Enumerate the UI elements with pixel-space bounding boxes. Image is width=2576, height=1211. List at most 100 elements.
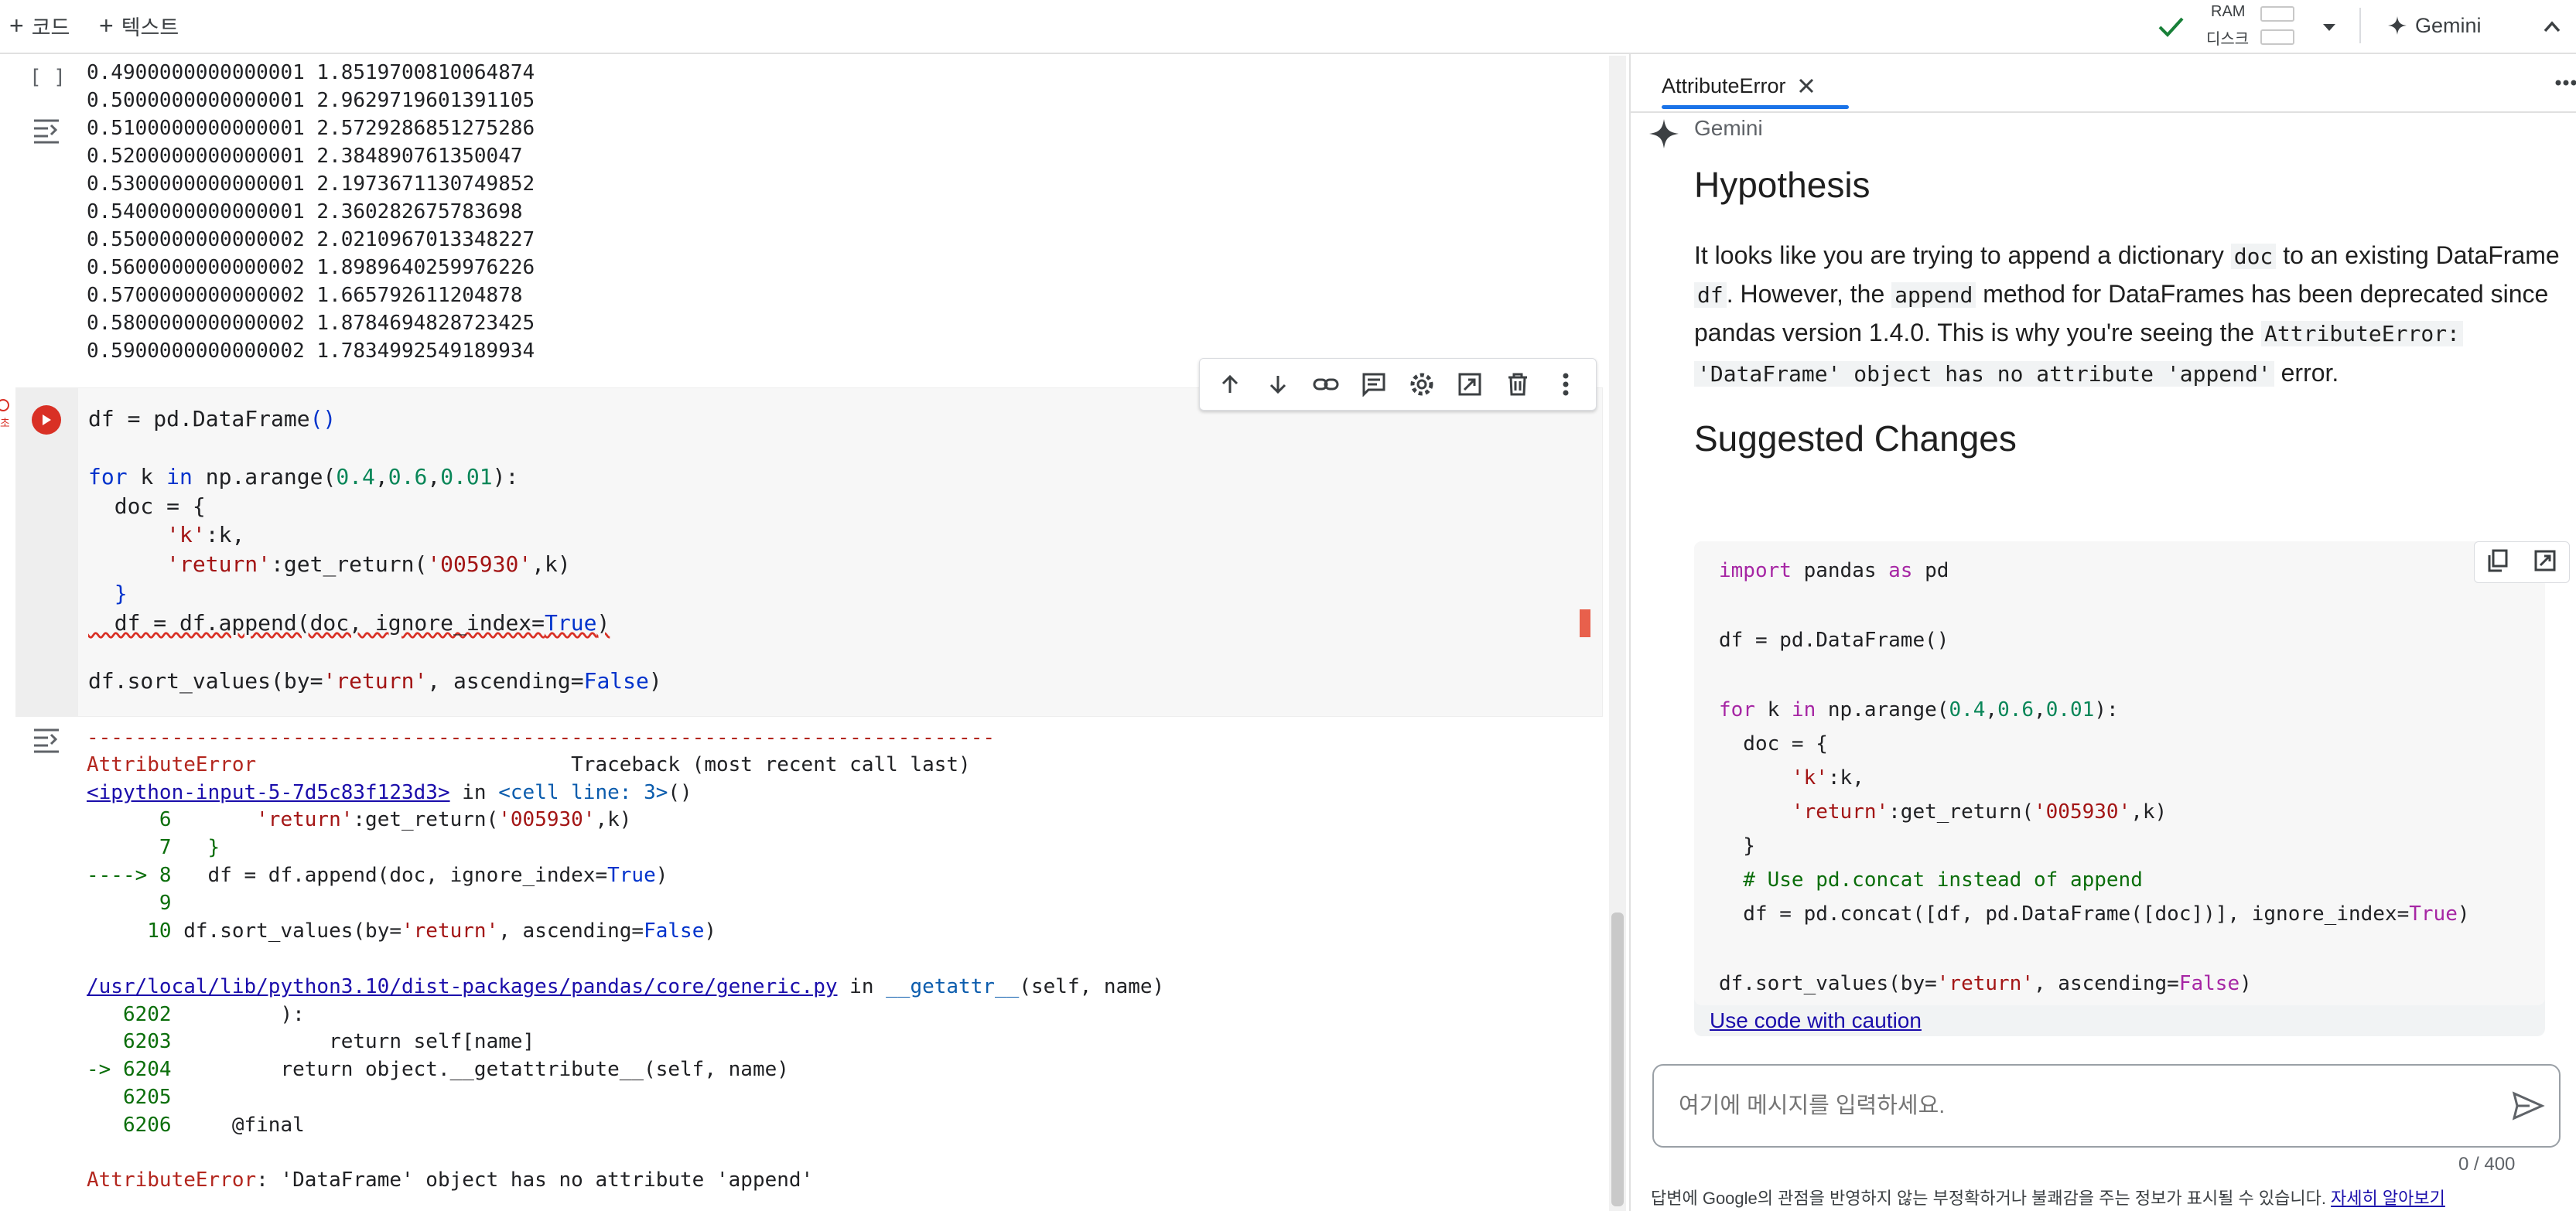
traceback-error-message: AttributeError: 'DataFrame' object has n… xyxy=(87,1168,814,1192)
add-text-label: 텍스트 xyxy=(121,15,179,39)
notebook-scroll-thumb[interactable] xyxy=(1611,913,1624,1206)
learn-more-link[interactable]: 자세히 알아보기 xyxy=(2331,1189,2445,1208)
add-text-button[interactable]: + 텍스트 xyxy=(99,8,179,43)
traceback-line-6205: 6205 xyxy=(87,1086,172,1109)
output-line: 0.5800000000000002 1.8784694828723425 xyxy=(87,312,535,335)
add-code-button[interactable]: + 코드 xyxy=(9,8,70,43)
traceback-header: AttributeError Traceback (most recent ca… xyxy=(87,753,971,776)
traceback-line-7: 7 } xyxy=(87,836,220,859)
traceback-location[interactable]: <ipython-input-5-7d5c83f123d3> in <cell … xyxy=(87,779,692,807)
suggested-line-3: for k in np.arange(0.4,0.6,0.01): xyxy=(1719,698,2119,721)
more-vert-icon[interactable] xyxy=(1550,369,1581,400)
output-line: 0.5500000000000002 2.0210967013348227 xyxy=(87,228,535,251)
message-input[interactable] xyxy=(1677,1086,2454,1126)
output-toggle-icon[interactable] xyxy=(31,114,62,145)
tab-label: AttributeError xyxy=(1662,73,1786,97)
message-input-box[interactable] xyxy=(1652,1064,2561,1148)
hypothesis-line-4: 'DataFrame' object has no attribute 'app… xyxy=(1694,353,2339,394)
output-line: 0.5600000000000002 1.8989640259976226 xyxy=(87,256,535,279)
output-line: 0.5100000000000001 2.5729286851275286 xyxy=(87,117,535,140)
hypothesis-line-2: df. However, the append method for DataF… xyxy=(1694,274,2548,316)
output-line: 0.5400000000000001 2.360282675783698 xyxy=(87,200,523,223)
code-block-toolbar xyxy=(2474,541,2570,583)
run-cell-button[interactable] xyxy=(32,405,61,435)
gemini-panel: AttributeError Gemini Hypothesis It look… xyxy=(1629,54,2576,1211)
suggested-line-1: import pandas as pd xyxy=(1719,559,1949,582)
gemini-button[interactable]: Gemini xyxy=(2387,8,2482,43)
output-line: 0.5300000000000001 2.1973671130749852 xyxy=(87,172,535,196)
svg-text:초: 초 xyxy=(0,418,9,430)
suggested-line-7: } xyxy=(1719,834,1755,858)
plus-icon: + xyxy=(99,11,114,39)
suggested-line-9: df = pd.concat([df, pd.DataFrame([doc])]… xyxy=(1719,902,2470,926)
output-toggle-icon[interactable] xyxy=(31,724,62,755)
move-down-icon[interactable] xyxy=(1262,369,1293,400)
move-up-icon[interactable] xyxy=(1215,369,1245,400)
send-icon[interactable] xyxy=(2511,1089,2545,1127)
toolbar-divider xyxy=(2359,8,2361,43)
code-line-1[interactable]: df = pd.DataFrame() xyxy=(88,405,336,433)
suggested-line-10: df.sort_values(by='return', ascending=Fa… xyxy=(1719,972,2252,995)
comment-icon[interactable] xyxy=(1358,369,1389,400)
tab-underline xyxy=(1662,105,1849,109)
top-toolbar: + 코드 + 텍스트 RAM 디스크 Gemini xyxy=(0,0,2576,54)
suggested-line-8: # Use pd.concat instead of append xyxy=(1719,868,2143,892)
ram-label: RAM xyxy=(2211,3,2246,20)
code-line-5[interactable]: 'k':k, xyxy=(88,521,244,549)
suggested-line-2: df = pd.DataFrame() xyxy=(1719,629,1949,652)
mirror-cell-icon[interactable] xyxy=(1454,369,1485,400)
code-line-10[interactable]: df.sort_values(by='return', ascending=Fa… xyxy=(88,667,662,695)
collapse-chevron-icon[interactable] xyxy=(2539,14,2565,40)
output-line: 0.5700000000000002 1.665792611204878 xyxy=(87,284,523,307)
gemini-label: Gemini xyxy=(2415,13,2482,37)
output-line: 0.5000000000000001 2.9629719601391105 xyxy=(87,89,535,112)
add-code-label: 코드 xyxy=(31,15,70,39)
connected-check-icon xyxy=(2154,9,2188,43)
traceback-line-6206: 6206 @final xyxy=(87,1114,305,1137)
suggested-changes-title: Suggested Changes xyxy=(1694,418,2017,459)
use-code-with-caution-link[interactable]: Use code with caution xyxy=(1710,1004,1922,1038)
suggested-line-5: 'k':k, xyxy=(1791,766,1864,790)
disk-bar xyxy=(2260,29,2294,45)
resource-monitor[interactable]: RAM 디스크 xyxy=(2205,3,2390,49)
disk-label: 디스크 xyxy=(2206,31,2250,48)
hypothesis-line-1: It looks like you are trying to append a… xyxy=(1694,241,2560,269)
cell-bracket[interactable]: [ ] xyxy=(29,63,66,91)
traceback-file-location[interactable]: /usr/local/lib/python3.10/dist-packages/… xyxy=(87,973,1164,1001)
traceback-line-6: 6 'return':get_return('005930',k) xyxy=(87,808,632,831)
panel-divider xyxy=(1631,111,2576,113)
error-marker xyxy=(1580,609,1590,637)
resource-dropdown-icon[interactable] xyxy=(2318,15,2341,39)
notebook-area: [ ] 0.4900000000000001 1.851970081006487… xyxy=(0,54,1628,1211)
char-count: 0 / 400 xyxy=(2458,1154,2516,1175)
code-line-8[interactable]: df = df.append(doc, ignore_index=True) xyxy=(88,609,610,637)
more-horiz-icon[interactable] xyxy=(2554,77,2576,93)
code-line-6[interactable]: 'return':get_return('005930',k) xyxy=(88,551,571,578)
traceback-line-9: 9 xyxy=(87,892,184,915)
plus-icon: + xyxy=(9,11,24,39)
output-line: 0.4900000000000001 1.8519700810064874 xyxy=(87,61,535,84)
delete-icon[interactable] xyxy=(1502,369,1533,400)
code-line-4[interactable]: doc = { xyxy=(88,493,206,520)
insert-cell-icon[interactable] xyxy=(2533,549,2557,576)
suggested-line-6: 'return':get_return('005930',k) xyxy=(1791,800,2168,824)
traceback-line-10: 10 df.sort_values(by='return', ascending… xyxy=(87,919,717,943)
gear-icon[interactable] xyxy=(1406,369,1437,400)
close-icon[interactable] xyxy=(1797,77,1816,95)
code-line-3[interactable]: for k in np.arange(0.4,0.6,0.01): xyxy=(88,463,518,491)
error-indicator-icon: 초 xyxy=(0,397,10,433)
copy-icon[interactable] xyxy=(2487,549,2509,576)
sparkle-icon xyxy=(1648,118,1680,150)
traceback-line-6204: -> 6204 return object.__getattribute__(s… xyxy=(87,1058,789,1081)
code-line-7[interactable]: } xyxy=(88,580,128,608)
tab-attributeerror[interactable]: AttributeError xyxy=(1662,68,1816,104)
hypothesis-line-3: pandas version 1.4.0. This is why you're… xyxy=(1694,312,2463,354)
traceback-dashes: ----------------------------------------… xyxy=(87,726,995,749)
traceback-line-6202: 6202 ): xyxy=(87,1003,305,1026)
output-line: 0.5900000000000002 1.7834992549189934 xyxy=(87,339,535,363)
cell-toolbar xyxy=(1199,358,1597,411)
suggested-line-4: doc = { xyxy=(1719,732,1828,756)
link-icon[interactable] xyxy=(1310,369,1341,400)
traceback-line-6203: 6203 return self[name] xyxy=(87,1030,535,1053)
disclaimer: 답변에 Google의 관점을 반영하지 않는 부정확하거나 불쾌감을 주는 정… xyxy=(1651,1185,2571,1209)
